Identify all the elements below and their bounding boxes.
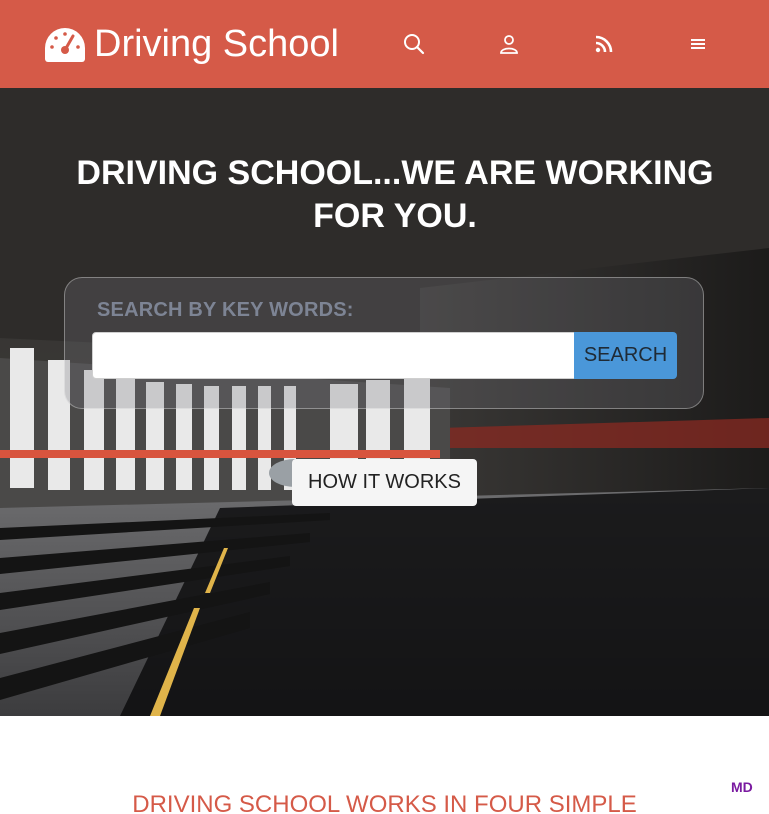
speedometer-icon <box>45 28 85 62</box>
rss-icon[interactable] <box>592 32 616 56</box>
search-panel: SEARCH BY KEY WORDS: SEARCH <box>64 277 704 409</box>
hero-title: DRIVING SCHOOL...WE ARE WORKING FOR YOU. <box>76 154 714 235</box>
brand-name: Driving School <box>94 23 339 65</box>
site-header: Driving School <box>0 0 769 88</box>
search-label: SEARCH BY KEY WORDS: <box>97 299 354 321</box>
search-input[interactable] <box>92 332 575 379</box>
menu-icon[interactable] <box>686 32 710 56</box>
search-button[interactable]: SEARCH <box>574 332 677 379</box>
section-title: DRIVING SCHOOL WORKS IN FOUR SIMPLE <box>132 791 637 814</box>
user-icon[interactable] <box>497 32 521 56</box>
brand[interactable]: Driving School <box>42 22 339 66</box>
md-badge: MD <box>731 779 753 795</box>
hero-section: DRIVING SCHOOL...WE ARE WORKING FOR YOU.… <box>0 88 769 716</box>
how-it-works-button[interactable]: HOW IT WORKS <box>292 459 477 506</box>
search-icon[interactable] <box>402 32 426 56</box>
